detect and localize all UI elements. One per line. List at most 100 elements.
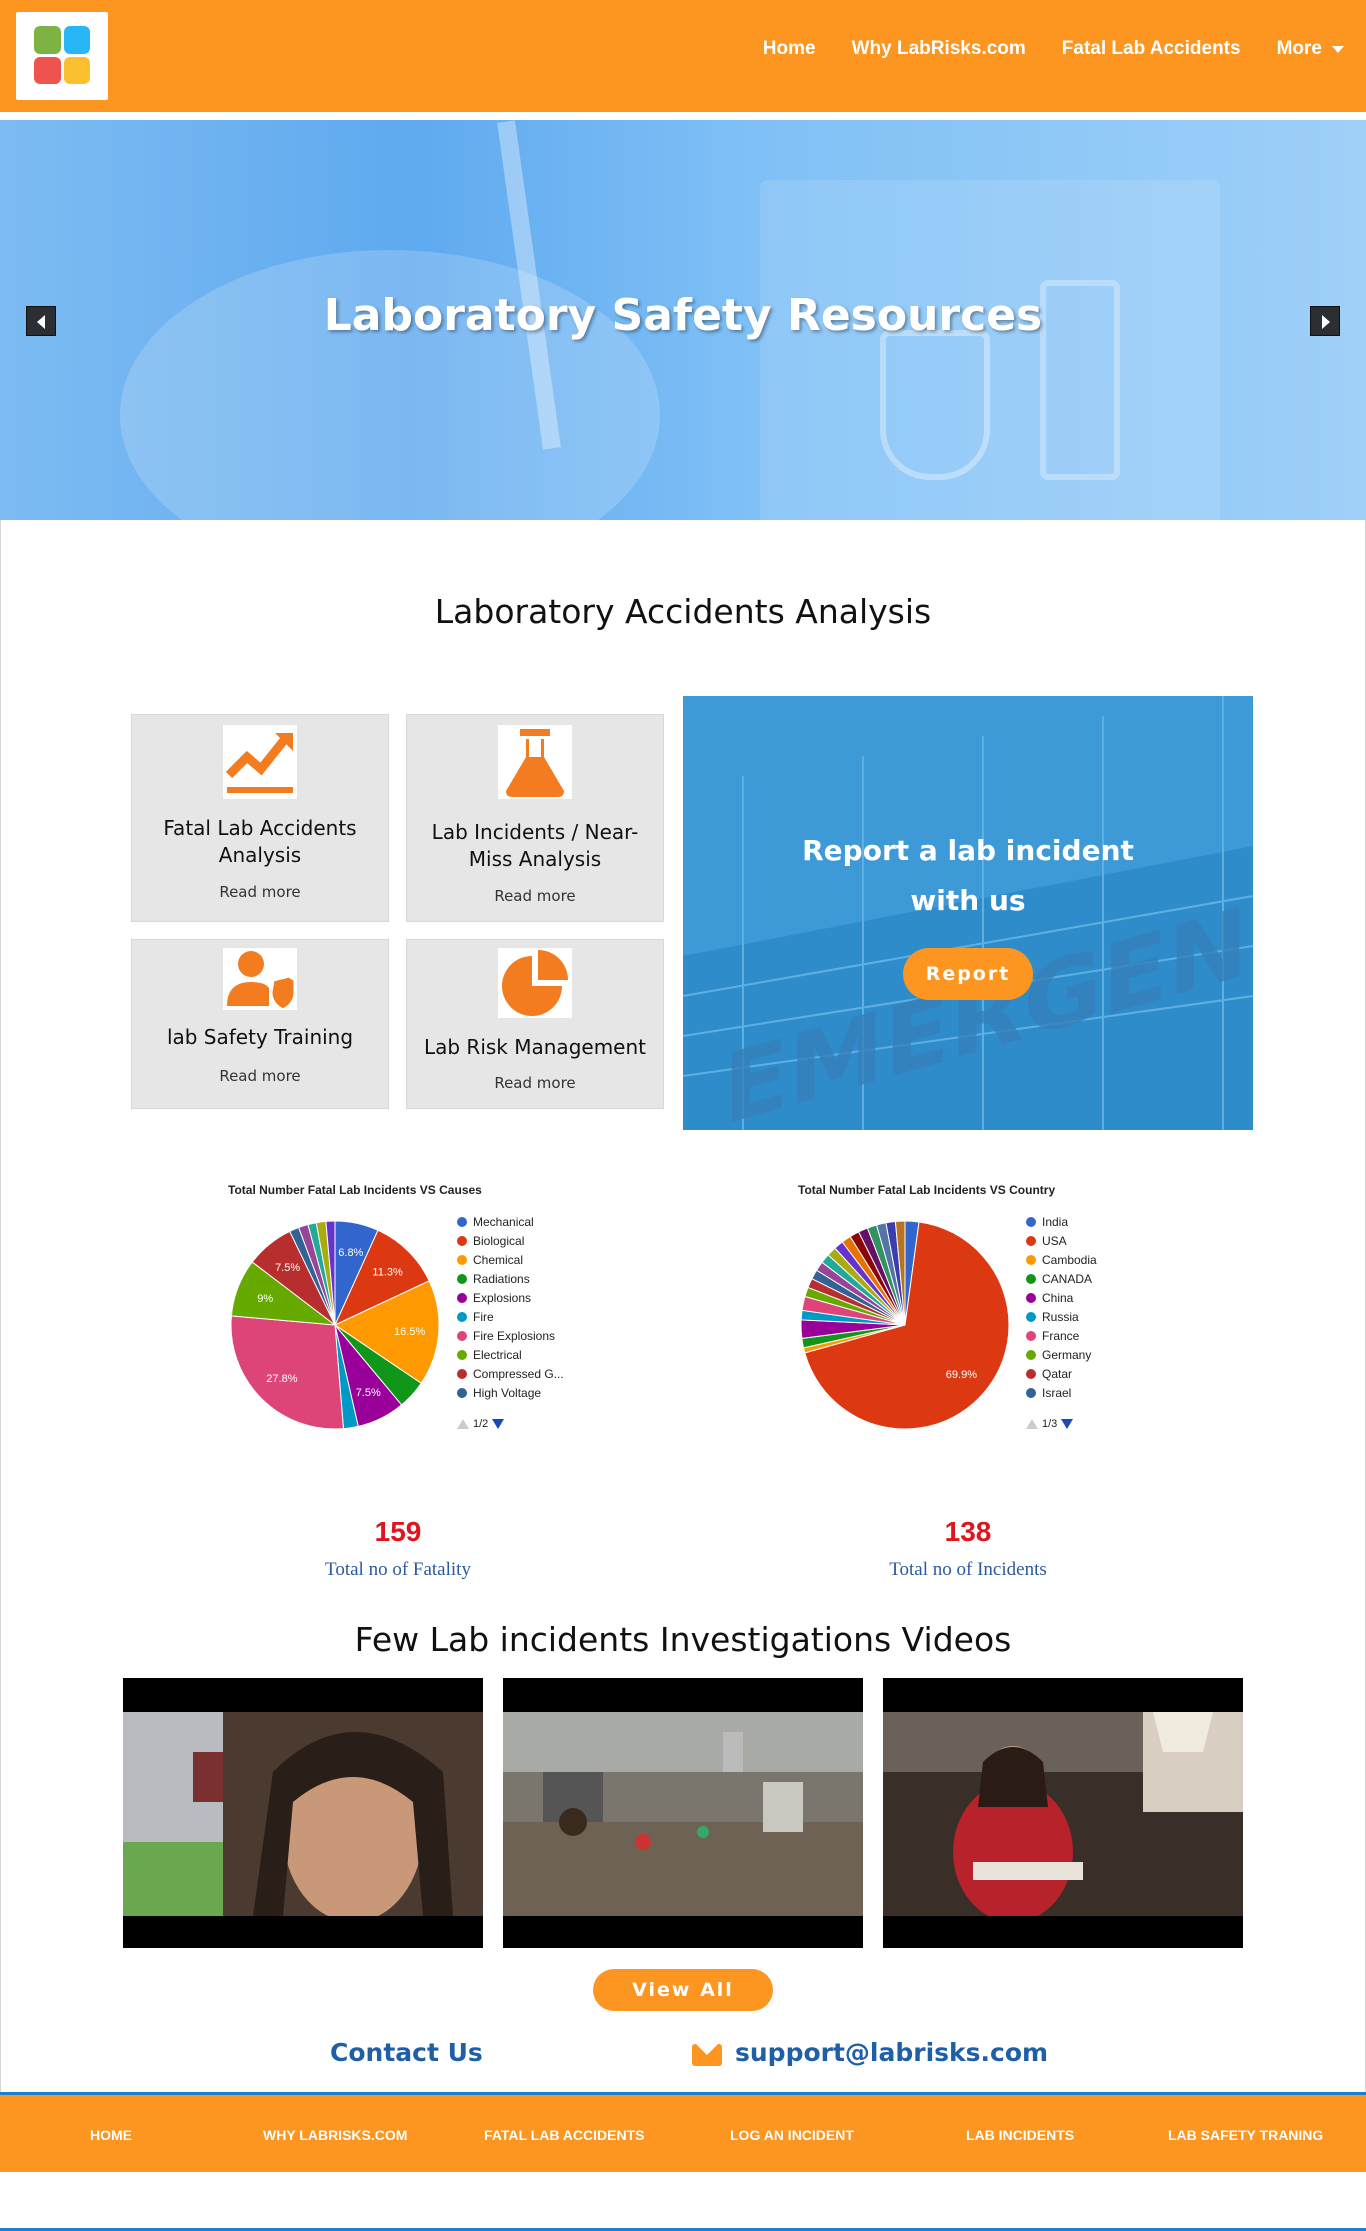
legend-item[interactable]: Mechanical (457, 1212, 564, 1231)
read-more-link[interactable]: Read more (407, 887, 663, 905)
causes-legend: Mechanical Biological Chemical Radiations Ex… (457, 1212, 564, 1402)
pie-slice-label: 11.3% (372, 1267, 403, 1279)
view-all-button[interactable]: View All (593, 1969, 773, 2011)
legend-label: China (1042, 1290, 1074, 1305)
chart1-title: Total Number Fatal Lab Incidents VS Caus… (228, 1183, 482, 1197)
report-button[interactable]: Report (903, 948, 1033, 1000)
nav-home[interactable]: Home (763, 38, 816, 60)
legend-label: Fire Explosions (473, 1328, 556, 1343)
legend-swatch (1026, 1387, 1036, 1398)
footer-lab-incidents-link[interactable]: LAB INCIDENTS (966, 2127, 1074, 2143)
legend-swatch (1026, 1216, 1036, 1227)
nav-why-labrisks[interactable]: Why LabRisks.com (852, 38, 1026, 60)
legend-label: France (1042, 1328, 1080, 1343)
legend-item[interactable]: Germany (1026, 1345, 1097, 1364)
card-risk-management[interactable]: Lab Risk Management Read more (406, 939, 664, 1109)
causes-legend-pager: 1/2 (457, 1418, 505, 1430)
analysis-heading: Laboratory Accidents Analysis (434, 592, 932, 631)
carousel-next-button[interactable] (1310, 306, 1340, 336)
hero-glassware-shape (760, 180, 1220, 520)
legend-swatch (457, 1349, 467, 1360)
country-legend-pager: 1/3 (1026, 1418, 1074, 1430)
footer-bottom-band (0, 2172, 1366, 2231)
legend-label: Explosions (473, 1290, 532, 1305)
legend-item[interactable]: Explosions (457, 1288, 564, 1307)
footer-log-incident-link[interactable]: LOG AN INCIDENT (730, 2127, 854, 2143)
footer-training-link[interactable]: LAB SAFETY TRANING (1168, 2127, 1323, 2143)
legend-item[interactable]: Biological (457, 1231, 564, 1250)
video-thumbnail-3[interactable] (883, 1678, 1243, 1948)
hero-title: Laboratory Safety Resources (323, 290, 1043, 341)
pie-slice-label: 69.9% (946, 1369, 977, 1381)
pie-slice-label: 16.5% (394, 1326, 425, 1338)
report-incident-panel: EMERGENC Report a lab incident with us R… (683, 696, 1253, 1130)
read-more-link[interactable]: Read more (407, 1074, 663, 1092)
legend-item[interactable]: High Voltage (457, 1383, 564, 1402)
pager-down-icon[interactable] (1061, 1419, 1074, 1429)
legend-item[interactable]: Russia (1026, 1307, 1097, 1326)
legend-item[interactable]: Compressed G... (457, 1364, 564, 1383)
legend-item[interactable]: Qatar (1026, 1364, 1097, 1383)
legend-label: Israel (1042, 1385, 1072, 1400)
legend-label: Qatar (1042, 1366, 1073, 1381)
legend-item[interactable]: France (1026, 1326, 1097, 1345)
legend-label: Russia (1042, 1309, 1079, 1324)
legend-swatch (457, 1330, 467, 1341)
legend-item[interactable]: China (1026, 1288, 1097, 1307)
pager-label: 1/2 (473, 1418, 489, 1430)
card-fatal-analysis[interactable]: Fatal Lab Accidents Analysis Read more (131, 714, 389, 922)
video-thumbnail-1[interactable] (123, 1678, 483, 1948)
contact-us-link[interactable]: Contact Us (330, 2038, 483, 2067)
support-email-link[interactable]: support@labrisks.com (735, 2038, 1048, 2067)
arrow-right-icon (1322, 315, 1330, 329)
legend-swatch (1026, 1292, 1036, 1303)
videos-heading: Few Lab incidents Investigations Videos (354, 1620, 1012, 1659)
legend-item[interactable]: Cambodia (1026, 1250, 1097, 1269)
legend-item[interactable]: CANADA (1026, 1269, 1097, 1288)
legend-label: Fire (473, 1309, 494, 1324)
nav-fatal-lab-accidents[interactable]: Fatal Lab Accidents (1062, 38, 1241, 60)
flask-icon (498, 725, 572, 799)
legend-label: Radiations (473, 1271, 530, 1286)
card-safety-training[interactable]: lab Safety Training Read more (131, 939, 389, 1109)
fatality-count: 159 (374, 1516, 422, 1547)
pie-chart-icon (498, 948, 572, 1018)
legend-swatch (457, 1387, 467, 1398)
pager-down-icon[interactable] (492, 1419, 505, 1429)
nav-fatal-label: Fatal Lab Accidents (1061, 38, 1241, 59)
report-line1: Report a lab incident (802, 834, 1134, 867)
read-more-link[interactable]: Read more (132, 883, 388, 901)
legend-item[interactable]: India (1026, 1212, 1097, 1231)
legend-swatch (457, 1292, 467, 1303)
legend-label: Electrical (473, 1347, 522, 1362)
legend-swatch (457, 1235, 467, 1246)
nav-more-dropdown[interactable]: More (1277, 38, 1344, 60)
nav-home-label: Home (762, 38, 816, 59)
legend-item[interactable]: Fire (457, 1307, 564, 1326)
legend-item[interactable]: Fire Explosions (457, 1326, 564, 1345)
site-logo[interactable] (16, 12, 108, 100)
legend-item[interactable]: Electrical (457, 1345, 564, 1364)
legend-item[interactable]: Israel (1026, 1383, 1097, 1402)
pie-slice-label: 6.8% (338, 1247, 363, 1259)
video-thumbnail-2[interactable] (503, 1678, 863, 1948)
card-incident-analysis[interactable]: Lab Incidents / Near-Miss Analysis Read … (406, 714, 664, 922)
pager-up-icon[interactable] (457, 1419, 469, 1429)
legend-swatch (457, 1273, 467, 1284)
footer-why-link[interactable]: WHY LABRISKS.COM (263, 2127, 407, 2143)
footer-fatal-link[interactable]: FATAL LAB ACCIDENTS (484, 2127, 644, 2143)
carousel-prev-button[interactable] (26, 306, 56, 336)
card-title: Fatal Lab Accidents Analysis (163, 816, 357, 867)
legend-label: Chemical (473, 1252, 524, 1267)
legend-item[interactable]: Chemical (457, 1250, 564, 1269)
legend-label: Compressed G... (473, 1366, 564, 1381)
pager-up-icon[interactable] (1026, 1419, 1038, 1429)
card-title: Lab Risk Management (423, 1035, 646, 1059)
arrow-left-icon (37, 315, 45, 329)
legend-item[interactable]: USA (1026, 1231, 1097, 1250)
read-more-link[interactable]: Read more (132, 1067, 388, 1085)
footer-home-link[interactable]: HOME (90, 2127, 132, 2143)
legend-item[interactable]: Radiations (457, 1269, 564, 1288)
card-title: lab Safety Training (166, 1025, 354, 1049)
legend-label: CANADA (1042, 1271, 1093, 1286)
